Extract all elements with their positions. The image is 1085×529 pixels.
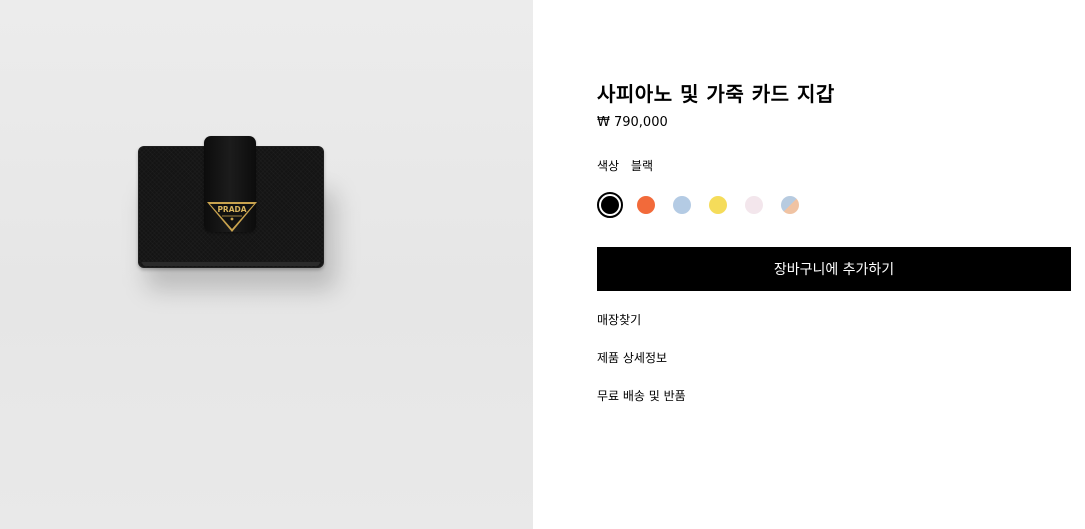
color-swatch-black[interactable]	[597, 192, 623, 218]
product-image[interactable]: PRADA	[0, 0, 533, 529]
brand-logo-plaque: PRADA	[207, 202, 257, 232]
svg-text:PRADA: PRADA	[217, 205, 246, 214]
add-to-cart-button[interactable]: 장바구니에 추가하기	[597, 247, 1071, 291]
shipping-returns-link[interactable]: 무료 배송 및 반품	[597, 387, 686, 404]
color-label: 색상	[597, 159, 620, 173]
color-swatch-blue-peach[interactable]	[781, 196, 799, 214]
color-value: 블랙	[630, 159, 654, 173]
find-store-link[interactable]: 매장찾기	[597, 311, 641, 328]
color-swatch-pale-pink[interactable]	[745, 196, 763, 214]
color-swatch-yellow[interactable]	[709, 196, 727, 214]
product-price: ₩ 790,000	[597, 115, 668, 130]
color-swatch-light-blue[interactable]	[673, 196, 691, 214]
product-info: 사피아노 및 가죽 카드 지갑 ₩ 790,000 색상 블랙 장바구니에 추가…	[533, 0, 1085, 529]
color-swatches	[597, 192, 817, 218]
product-page: PRADA 사피아노 및 가죽 카드 지갑 ₩ 790,000 색상 블랙 장바…	[0, 0, 1085, 529]
product-title: 사피아노 및 가죽 카드 지갑	[597, 82, 835, 106]
color-swatch-orange[interactable]	[637, 196, 655, 214]
wallet-edge	[142, 262, 320, 266]
color-selection-label: 색상 블랙	[597, 157, 653, 174]
product-details-link[interactable]: 제품 상세정보	[597, 349, 667, 366]
